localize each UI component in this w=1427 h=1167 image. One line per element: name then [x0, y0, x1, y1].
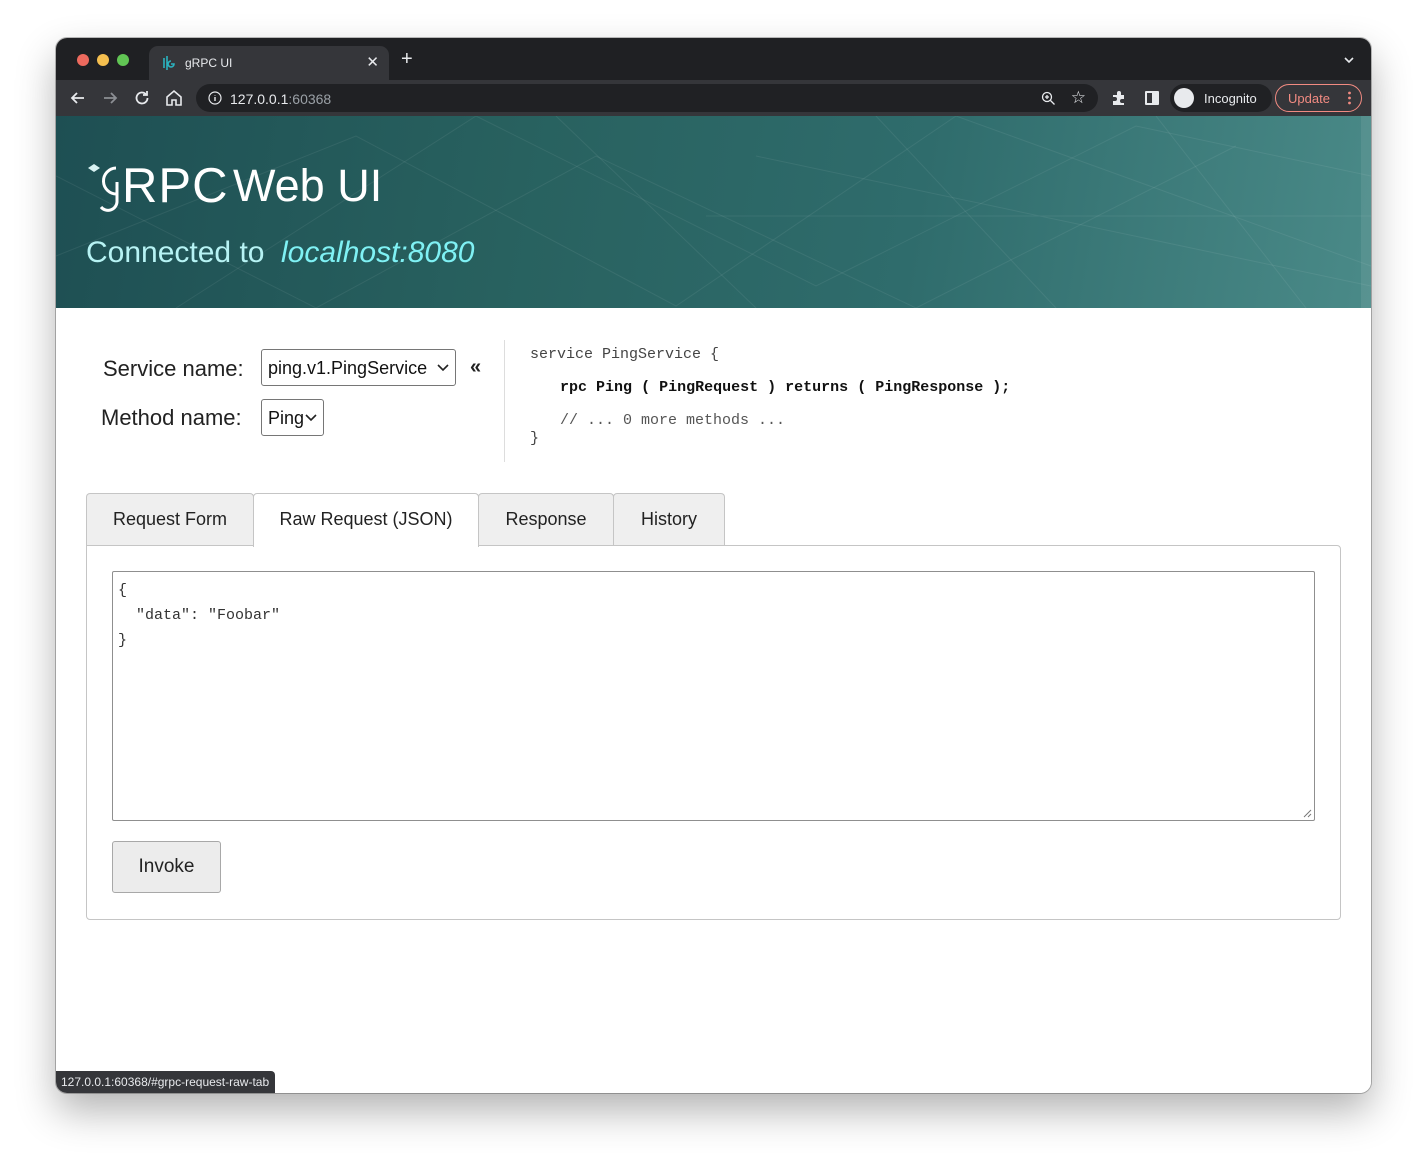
chevron-down-icon[interactable] [1343, 54, 1355, 66]
address-bar[interactable]: 127.0.0.1:60368 ☆ [196, 84, 1098, 112]
update-label: Update [1288, 91, 1330, 106]
schema-service-line: service PingService { [530, 346, 720, 363]
grpc-logo-icon [88, 164, 119, 212]
page-title: Web UI [233, 160, 383, 211]
extensions-puzzle-icon[interactable] [1111, 90, 1127, 106]
raw-request-json-textarea[interactable]: { "data": "Foobar" } [112, 571, 1315, 821]
tab-strip: gRPC UI ✕ + [56, 38, 1371, 80]
schema-rpc-line: rpc Ping ( PingRequest ) returns ( PingR… [560, 379, 1011, 396]
browser-tab-grpc-ui[interactable]: gRPC UI ✕ [149, 46, 389, 80]
header-scroll-edge [1361, 116, 1371, 308]
url-text: 127.0.0.1:60368 [230, 91, 331, 107]
collapse-schema-button[interactable]: « [470, 356, 481, 378]
zoom-icon[interactable] [1041, 91, 1056, 106]
schema-comment-line: // ... 0 more methods ... [560, 412, 786, 429]
update-button[interactable]: Update [1275, 84, 1362, 112]
schema-closing-brace: } [530, 430, 540, 447]
grpc-logo-text: RPC [122, 159, 229, 213]
incognito-profile-button[interactable]: Incognito [1170, 84, 1272, 112]
service-name-label: Service name: [103, 356, 244, 381]
chevron-down-icon [437, 364, 449, 372]
tab-history[interactable]: History [613, 493, 725, 546]
browser-window: gRPC UI ✕ + 127.0.0.1:60368 ☆ Incognito … [56, 38, 1371, 1093]
connected-host: localhost:8080 [281, 236, 475, 269]
page-content: RPC Web UI Connected to localhost:8080 S… [56, 116, 1371, 1093]
resize-grip-icon[interactable] [1302, 808, 1312, 818]
reload-icon[interactable] [132, 88, 152, 108]
service-select-value: ping.v1.PingService [268, 358, 428, 378]
header-background-pattern [56, 116, 1371, 308]
invoke-button[interactable]: Invoke [112, 841, 221, 893]
method-name-label: Method name: [101, 405, 242, 430]
zoom-window-button[interactable] [117, 54, 129, 66]
header-banner: RPC Web UI Connected to localhost:8080 [56, 116, 1371, 308]
url-port: :60368 [288, 91, 332, 107]
bookmark-star-icon[interactable]: ☆ [1071, 89, 1086, 106]
back-icon[interactable] [68, 88, 88, 108]
side-panel-icon[interactable] [1145, 91, 1159, 105]
incognito-icon [1174, 88, 1194, 108]
tab-response[interactable]: Response [478, 493, 614, 546]
more-vert-icon [1348, 91, 1351, 105]
minimize-window-button[interactable] [97, 54, 109, 66]
status-url-bubble: 127.0.0.1:60368/#grpc-request-raw-tab [56, 1071, 276, 1093]
close-window-button[interactable] [77, 54, 89, 66]
forward-icon[interactable] [100, 88, 120, 108]
browser-tab-title: gRPC UI [185, 56, 233, 70]
tab-request-form[interactable]: Request Form [86, 493, 254, 546]
method-select[interactable]: Ping [261, 399, 324, 436]
service-select[interactable]: ping.v1.PingService [261, 349, 456, 386]
schema-divider [504, 340, 505, 462]
url-host: 127.0.0.1 [230, 91, 289, 107]
browser-toolbar: 127.0.0.1:60368 ☆ Incognito Update [56, 80, 1371, 116]
connected-label: Connected to [86, 236, 265, 269]
close-tab-icon[interactable]: ✕ [366, 53, 379, 71]
grpc-favicon-icon [163, 56, 175, 70]
tab-raw-request-json[interactable]: Raw Request (JSON) [253, 493, 479, 547]
chevron-down-icon [305, 414, 317, 422]
raw-request-panel: { "data": "Foobar" } Invoke [86, 545, 1341, 920]
new-tab-icon[interactable]: + [401, 49, 413, 69]
site-info-icon[interactable] [208, 91, 222, 105]
method-select-value: Ping [268, 408, 305, 428]
incognito-label: Incognito [1204, 91, 1257, 106]
home-icon[interactable] [164, 88, 184, 108]
